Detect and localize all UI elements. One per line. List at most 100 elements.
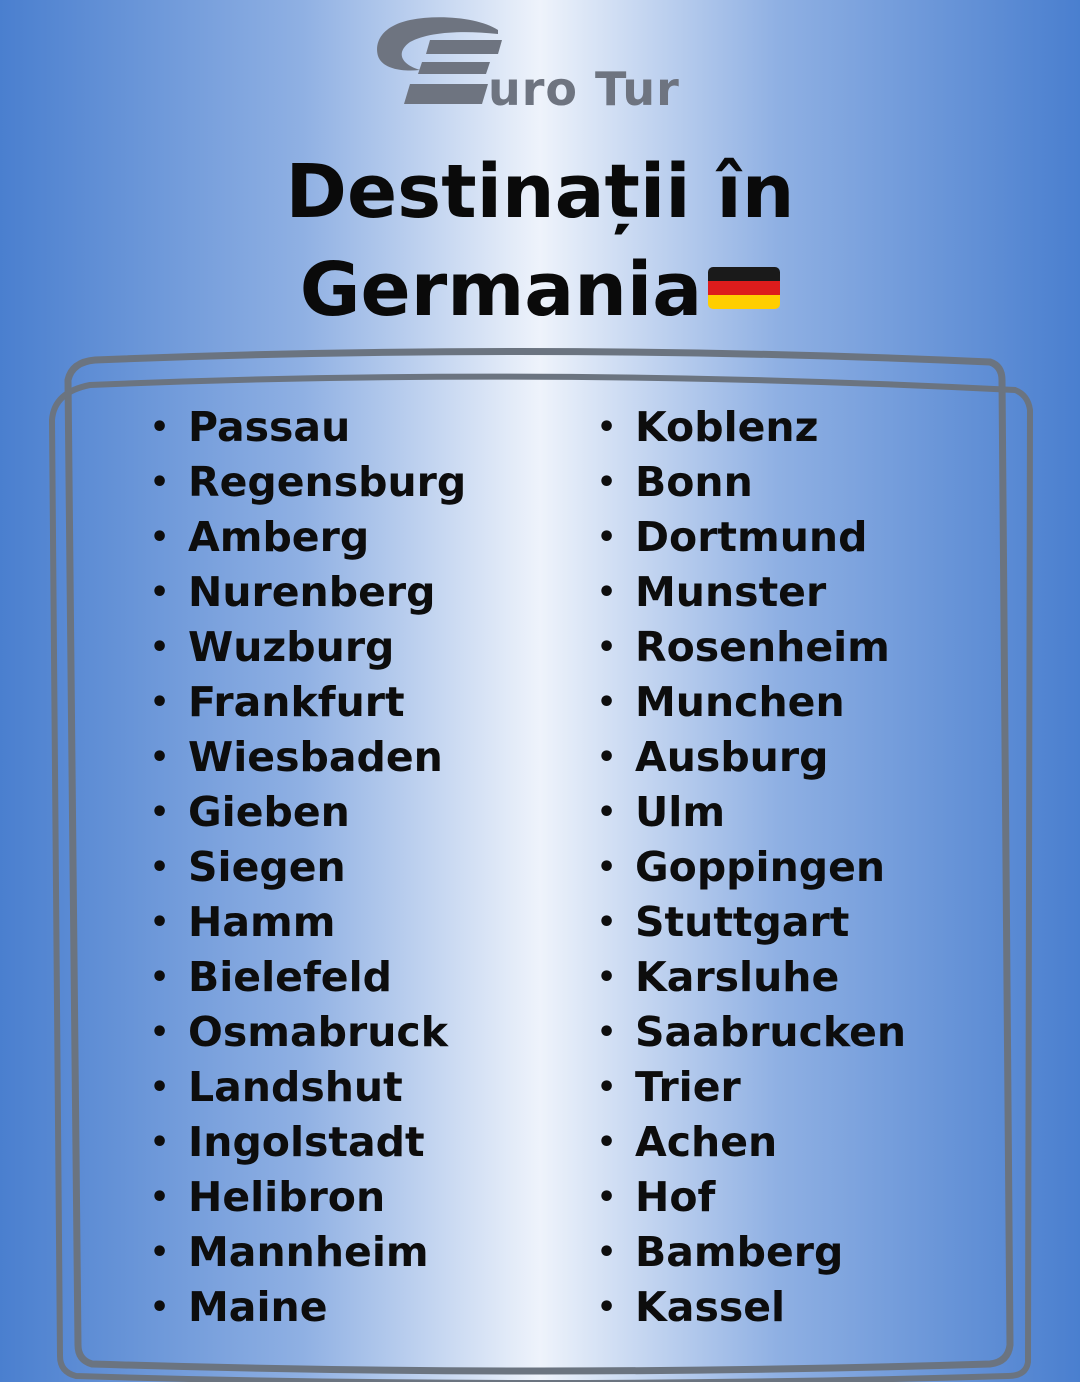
destination-name: Ausburg: [635, 733, 829, 781]
destination-name: Maine: [188, 1283, 328, 1331]
bullet-icon: •: [597, 630, 617, 665]
destination-item: • Ingolstadt: [150, 1115, 466, 1170]
destination-name: Saabrucken: [635, 1008, 907, 1056]
destination-name: Mannheim: [188, 1228, 429, 1276]
destination-item: • Munster: [597, 565, 906, 620]
destination-name: Hof: [635, 1173, 716, 1221]
logo-text: uro Tur: [488, 62, 680, 116]
flag-stripe-black: [708, 267, 781, 282]
destination-item: • Gieben: [150, 785, 466, 840]
bullet-icon: •: [150, 1015, 170, 1050]
bullet-icon: •: [150, 685, 170, 720]
destination-item: • Osmabruck: [150, 1005, 466, 1060]
bullet-icon: •: [597, 1180, 617, 1215]
bullet-icon: •: [150, 1235, 170, 1270]
bullet-icon: •: [597, 1235, 617, 1270]
destination-name: Kassel: [635, 1283, 786, 1331]
destination-name: Frankfurt: [188, 678, 405, 726]
destination-item: • Helibron: [150, 1170, 466, 1225]
bullet-icon: •: [150, 850, 170, 885]
bullet-icon: •: [597, 520, 617, 555]
destination-name: Munchen: [635, 678, 845, 726]
bullet-icon: •: [150, 465, 170, 500]
destination-name: Amberg: [188, 513, 370, 561]
destination-name: Achen: [635, 1118, 778, 1166]
bullet-icon: •: [150, 410, 170, 445]
destination-item: • Hof: [597, 1170, 906, 1225]
destination-item: • Ausburg: [597, 730, 906, 785]
destination-item: • Wiesbaden: [150, 730, 466, 785]
destination-item: • Passau: [150, 400, 466, 455]
page-title-line-1: Destinații în: [285, 149, 795, 235]
destination-name: Gieben: [188, 788, 350, 836]
destination-name: Dortmund: [635, 513, 868, 561]
bullet-icon: •: [150, 795, 170, 830]
destination-item: • Nurenberg: [150, 565, 466, 620]
destination-name: Regensburg: [188, 458, 467, 506]
destination-name: Wiesbaden: [188, 733, 443, 781]
destination-item: • Kassel: [597, 1280, 906, 1335]
bullet-icon: •: [150, 1290, 170, 1325]
destination-name: Ulm: [635, 788, 726, 836]
bullet-icon: •: [597, 850, 617, 885]
destination-item: • Goppingen: [597, 840, 906, 895]
bullet-icon: •: [597, 1015, 617, 1050]
destination-item: • Mannheim: [150, 1225, 466, 1280]
destination-item: • Achen: [597, 1115, 906, 1170]
destination-item: • Rosenheim: [597, 620, 906, 675]
destination-item: • Frankfurt: [150, 675, 466, 730]
destination-item: • Saabrucken: [597, 1005, 906, 1060]
bullet-icon: •: [150, 575, 170, 610]
destination-name: Bielefeld: [188, 953, 393, 1001]
flag-stripe-gold: [708, 295, 781, 310]
destinations-right-column: • Koblenz • Bonn • Dortmund • Munster • Rosenheim…: [597, 400, 906, 1335]
destination-name: Goppingen: [635, 843, 886, 891]
destination-item: • Koblenz: [597, 400, 906, 455]
destination-item: • Trier: [597, 1060, 906, 1115]
bullet-icon: •: [150, 905, 170, 940]
destination-name: Karsluhe: [635, 953, 840, 1001]
destination-name: Helibron: [188, 1173, 386, 1221]
germany-flag-icon: [708, 267, 781, 310]
destination-name: Stuttgart: [635, 898, 850, 946]
destination-name: Ingolstadt: [188, 1118, 425, 1166]
destination-name: Koblenz: [635, 403, 819, 451]
bullet-icon: •: [597, 465, 617, 500]
bullet-icon: •: [597, 575, 617, 610]
bullet-icon: •: [150, 630, 170, 665]
destination-item: • Landshut: [150, 1060, 466, 1115]
destination-item: • Bamberg: [597, 1225, 906, 1280]
destination-name: Passau: [188, 403, 351, 451]
destination-name: Hamm: [188, 898, 336, 946]
destination-name: Landshut: [188, 1063, 403, 1111]
bullet-icon: •: [597, 1125, 617, 1160]
bullet-icon: •: [597, 905, 617, 940]
bullet-icon: •: [597, 1290, 617, 1325]
destination-name: Nurenberg: [188, 568, 436, 616]
bullet-icon: •: [597, 795, 617, 830]
destination-name: Wuzburg: [188, 623, 395, 671]
destination-item: • Bielefeld: [150, 950, 466, 1005]
bullet-icon: •: [150, 1180, 170, 1215]
bullet-icon: •: [150, 1125, 170, 1160]
destination-item: • Maine: [150, 1280, 466, 1335]
bullet-icon: •: [597, 740, 617, 775]
bullet-icon: •: [150, 1070, 170, 1105]
page-title-country: Germania: [299, 247, 703, 333]
destination-item: • Wuzburg: [150, 620, 466, 675]
destination-item: • Regensburg: [150, 455, 466, 510]
destinations-left-column: • Passau • Regensburg • Amberg • Nurenberg • Wuzb…: [150, 400, 466, 1335]
destination-item: • Munchen: [597, 675, 906, 730]
destination-name: Osmabruck: [188, 1008, 448, 1056]
bullet-icon: •: [150, 960, 170, 995]
destination-name: Bamberg: [635, 1228, 844, 1276]
destination-item: • Hamm: [150, 895, 466, 950]
bullet-icon: •: [150, 520, 170, 555]
destination-item: • Stuttgart: [597, 895, 906, 950]
euro-tur-logo: uro Tur: [370, 12, 710, 117]
destination-name: Munster: [635, 568, 827, 616]
bullet-icon: •: [150, 740, 170, 775]
bullet-icon: •: [597, 960, 617, 995]
destination-item: • Bonn: [597, 455, 906, 510]
destination-name: Bonn: [635, 458, 753, 506]
